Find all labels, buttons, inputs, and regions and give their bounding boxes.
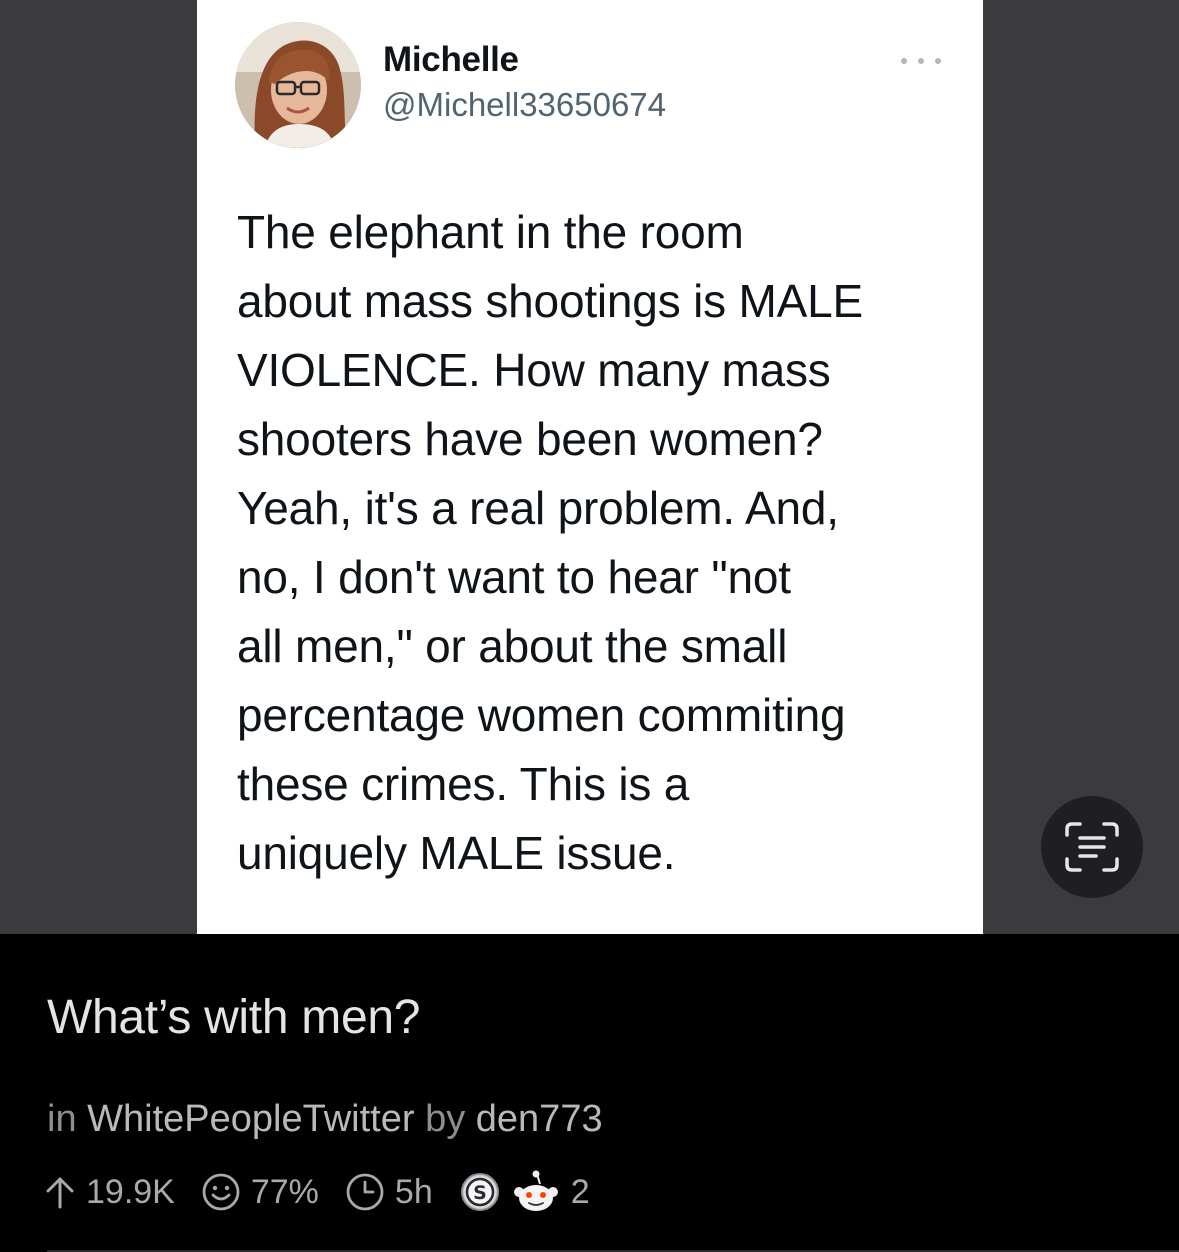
- age-stat: 5h: [345, 1172, 433, 1212]
- post-meta: in WhitePeopleTwitter by den773: [47, 1098, 603, 1141]
- upvote-ratio-stat: 77%: [201, 1172, 319, 1212]
- svg-text:S: S: [473, 1182, 487, 1204]
- by-label: by: [425, 1098, 466, 1140]
- silver-s-award-icon: S: [460, 1173, 499, 1211]
- subreddit-link[interactable]: WhitePeopleTwitter: [87, 1098, 414, 1140]
- awards-count: 2: [570, 1172, 590, 1211]
- tweet-handle: @Michell33650674: [383, 86, 667, 123]
- reddit-snoo-award-icon: [513, 1170, 558, 1211]
- post-age: 5h: [394, 1172, 433, 1211]
- arrow-up-icon: [46, 1177, 74, 1209]
- avatar: [235, 22, 361, 148]
- live-text-scan-icon: [1065, 822, 1119, 872]
- tweet-text: The elephant in the room about mass shoo…: [237, 206, 863, 879]
- in-label: in: [47, 1098, 77, 1140]
- more-horizontal-icon: [901, 52, 941, 70]
- smiley-face-icon: [202, 1173, 240, 1211]
- upvote-count: 19.9K: [86, 1172, 175, 1211]
- tweet-display-name: Michelle: [383, 40, 519, 79]
- upvote-stat[interactable]: 19.9K: [44, 1173, 175, 1212]
- live-text-scan-button[interactable]: [1041, 796, 1143, 898]
- author-link[interactable]: den773: [476, 1098, 603, 1140]
- awards-stat[interactable]: S 2: [459, 1168, 590, 1216]
- tweet-screenshot: Michelle @Michell33650674 The elephant i…: [197, 0, 983, 934]
- post-title[interactable]: What’s with men?: [47, 990, 420, 1045]
- post-stats: 19.9K 77% 5h S 2: [44, 1168, 590, 1216]
- upvote-ratio: 77%: [250, 1172, 319, 1211]
- post-media[interactable]: Michelle @Michell33650674 The elephant i…: [0, 0, 1179, 934]
- clock-icon: [346, 1173, 384, 1211]
